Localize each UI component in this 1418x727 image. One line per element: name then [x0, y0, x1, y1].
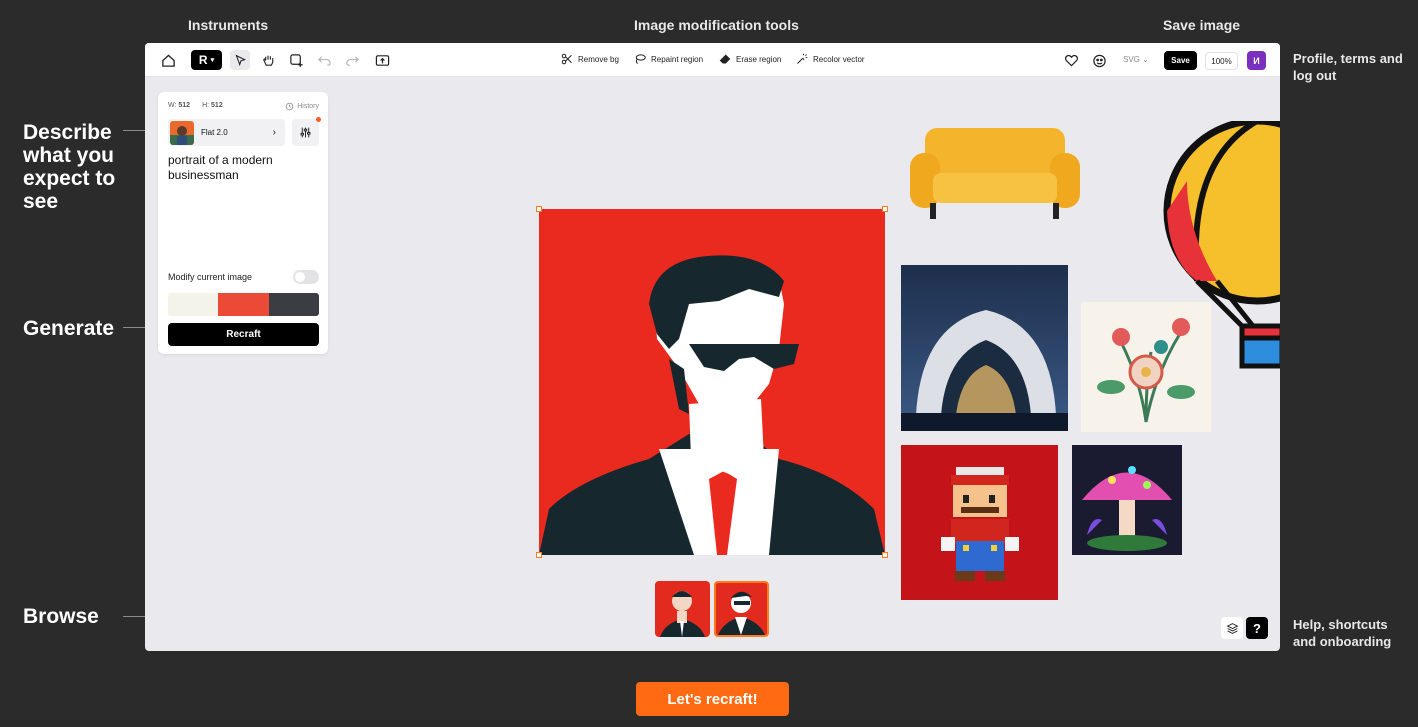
app-window: R ▾ Remove bg Repaint region Erase regio…	[145, 43, 1280, 651]
repaint-region-button[interactable]: Repaint region	[634, 53, 703, 65]
main-portrait-image[interactable]	[539, 209, 885, 555]
resize-handle[interactable]	[536, 206, 542, 212]
pixel-character-image[interactable]	[901, 445, 1058, 600]
zoom-level[interactable]: 100%	[1205, 52, 1238, 70]
recraft-button[interactable]: Recraft	[168, 323, 319, 346]
image-tools-annotation: Image modification tools	[634, 17, 799, 33]
save-image-annotation: Save image	[1163, 17, 1241, 33]
remove-bg-label: Remove bg	[578, 54, 619, 64]
variation-thumbnail[interactable]	[655, 581, 710, 637]
eraser-icon	[719, 54, 731, 64]
resize-handle[interactable]	[882, 206, 888, 212]
style-thumbnail	[170, 120, 194, 145]
variation-thumbnail-selected[interactable]	[714, 581, 769, 637]
question-icon: ?	[1253, 620, 1261, 636]
repaint-region-label: Repaint region	[651, 54, 704, 64]
home-icon[interactable]	[159, 51, 177, 69]
flowers-image[interactable]	[1081, 302, 1211, 432]
logo-icon: R	[198, 53, 208, 67]
recolor-icon	[797, 53, 808, 64]
cursor-icon	[234, 54, 246, 66]
format-select[interactable]: SVG ⌄	[1123, 55, 1149, 64]
prompt-textarea[interactable]: portrait of a modern businessman	[168, 153, 318, 183]
chevron-down-icon: ▾	[210, 57, 215, 64]
height-value: 512	[211, 102, 223, 109]
erase-region-label: Erase region	[736, 54, 782, 64]
style-settings-button[interactable]	[292, 117, 321, 146]
width-label: W:	[168, 102, 177, 109]
width-field[interactable]: W: 512	[168, 102, 190, 109]
format-value: SVG	[1123, 55, 1140, 64]
scissors-icon	[561, 53, 572, 65]
width-value: 512	[178, 102, 191, 109]
height-field[interactable]: H: 512	[202, 102, 223, 109]
sliders-icon	[300, 127, 311, 138]
clock-icon	[285, 102, 294, 111]
undo-icon[interactable]	[315, 51, 333, 69]
profile-annotation: Profile, terms and log out	[1293, 51, 1403, 83]
chevron-down-icon: ⌄	[1142, 55, 1149, 64]
chevron-right-icon: ›	[272, 127, 276, 138]
palette-swatch[interactable]	[218, 293, 269, 316]
palette-swatch[interactable]	[268, 293, 319, 316]
instruments-annotation: Instruments	[188, 17, 269, 33]
layers-button[interactable]	[1221, 617, 1243, 639]
modify-label: Modify current image	[168, 272, 253, 282]
lasso-icon	[635, 54, 646, 64]
resize-handle[interactable]	[882, 552, 888, 558]
recolor-vector-label: Recolor vector	[813, 54, 865, 64]
heart-icon[interactable]	[1062, 51, 1080, 69]
generate-annotation: Generate	[23, 317, 115, 340]
palette-swatch[interactable]	[168, 293, 219, 316]
recolor-vector-button[interactable]: Recolor vector	[796, 53, 865, 65]
resize-handle[interactable]	[536, 552, 542, 558]
select-tool-button[interactable]	[230, 50, 250, 70]
avatar[interactable]: И	[1247, 51, 1266, 70]
history-label: History	[297, 103, 319, 110]
style-name: Flat 2.0	[201, 128, 228, 137]
save-button[interactable]: Save	[1164, 51, 1197, 70]
browse-annotation: Browse	[23, 605, 99, 628]
history-button[interactable]: History	[285, 102, 319, 111]
help-button[interactable]: ?	[1246, 617, 1268, 639]
erase-region-button[interactable]: Erase region	[719, 53, 781, 65]
help-annotation: Help, shortcuts and onboarding	[1293, 617, 1392, 649]
architecture-image[interactable]	[901, 265, 1068, 431]
lets-recraft-button[interactable]: Let's recraft!	[636, 682, 789, 716]
modify-toggle[interactable]	[293, 270, 319, 284]
dimensions: W: 512 H: 512	[168, 102, 223, 109]
variation-thumbnails	[655, 581, 769, 637]
redo-icon[interactable]	[343, 51, 361, 69]
height-label: H:	[202, 102, 210, 109]
describe-annotation: Describe what you expect to see	[23, 121, 116, 213]
hand-icon[interactable]	[259, 51, 277, 69]
style-selector[interactable]: Flat 2.0 ›	[168, 119, 285, 146]
frame-add-icon[interactable]	[287, 51, 305, 69]
toolbar: R ▾ Remove bg Repaint region Erase regio…	[145, 43, 1280, 77]
remove-bg-button[interactable]: Remove bg	[561, 53, 619, 65]
mushroom-image[interactable]	[1072, 445, 1182, 555]
notification-dot	[316, 117, 321, 122]
sofa-image[interactable]	[905, 123, 1085, 223]
logo-menu-button[interactable]: R ▾	[191, 50, 222, 70]
upload-image-icon[interactable]	[373, 51, 391, 69]
prompt-panel: W: 512 H: 512 History Flat 2.0 › portrai…	[158, 92, 328, 354]
face-icon[interactable]	[1090, 51, 1108, 69]
layers-icon	[1226, 622, 1238, 634]
color-palette[interactable]	[168, 293, 319, 316]
